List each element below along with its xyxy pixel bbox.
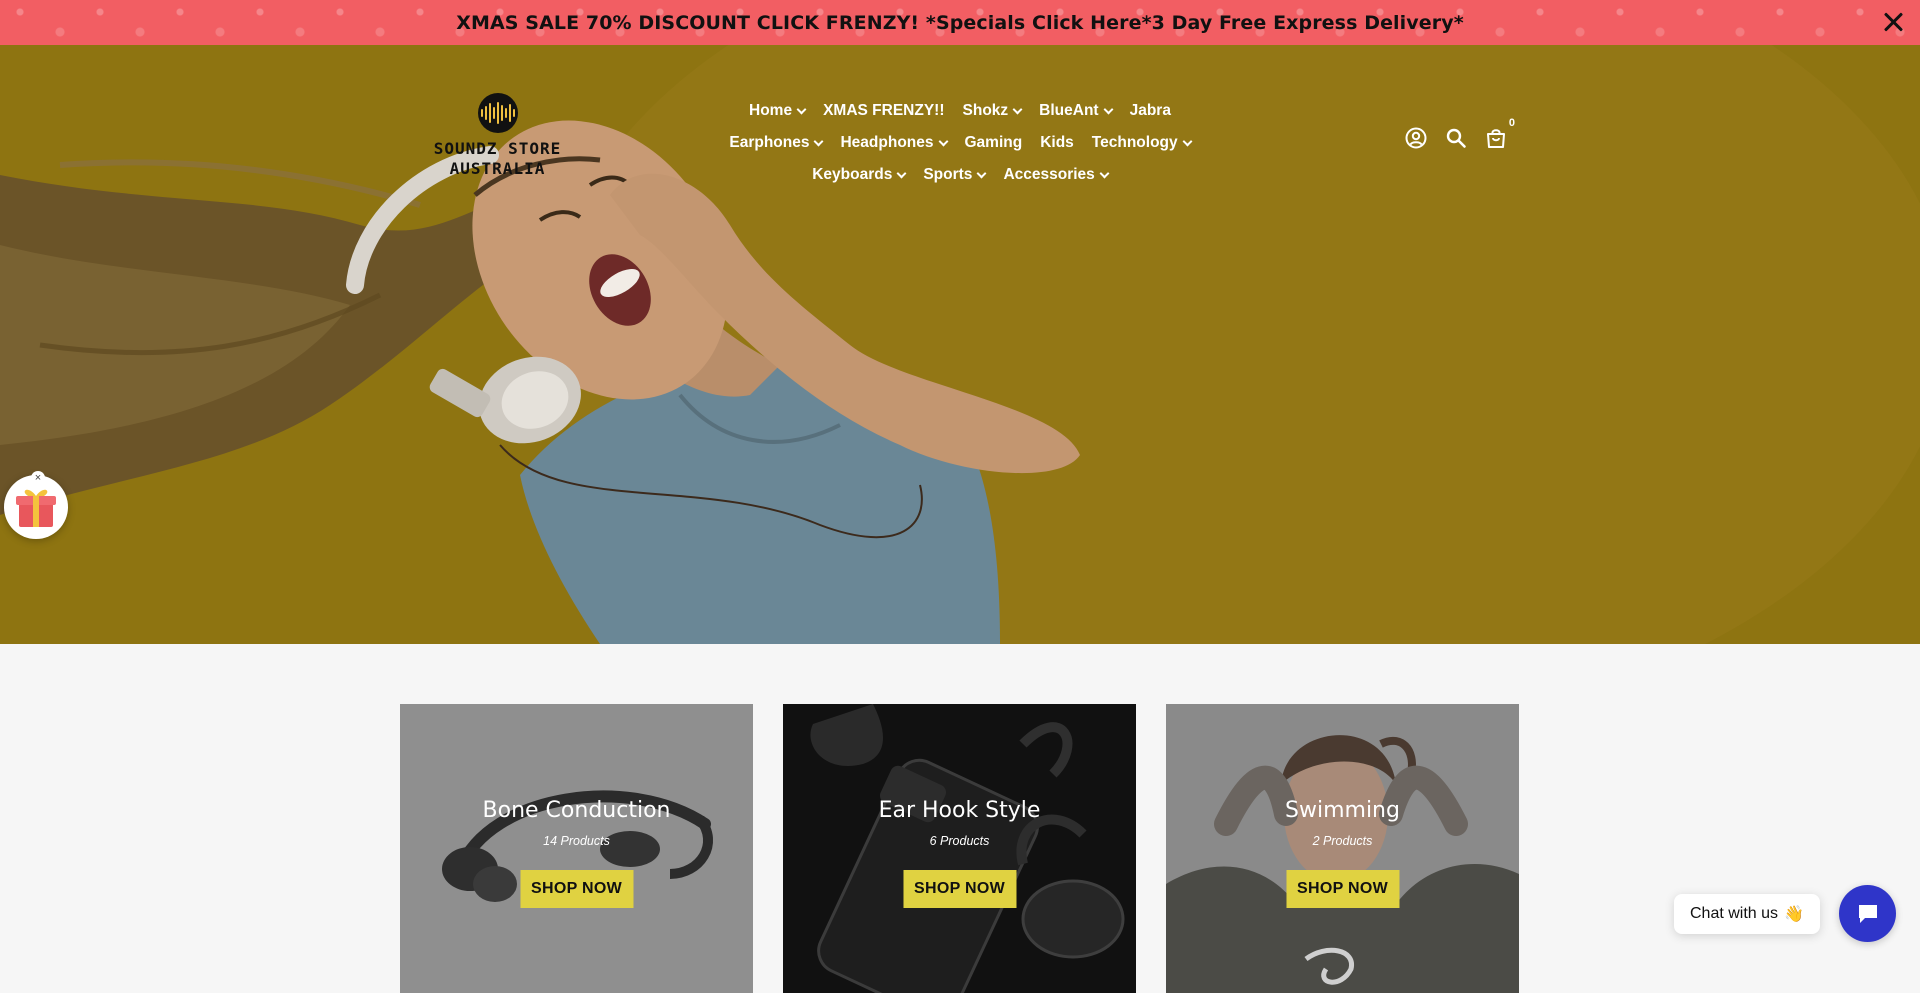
nav-item-accessories[interactable]: Accessories bbox=[1003, 166, 1110, 184]
nav-item-label: XMAS FRENZY!! bbox=[823, 102, 945, 119]
collection-card-swimming[interactable]: Swimming 2 Products SHOP NOW bbox=[1166, 704, 1519, 993]
collection-count: 6 Products bbox=[929, 834, 990, 848]
nav-item-keyboards[interactable]: Keyboards bbox=[812, 166, 907, 184]
nav-item-label: Shokz bbox=[962, 102, 1009, 119]
nav-item-shokz[interactable]: Shokz bbox=[962, 102, 1023, 120]
nav-item-label: Keyboards bbox=[812, 166, 893, 183]
chevron-down-icon bbox=[1012, 104, 1023, 114]
logo-text-line1: SOUNDZ STORE bbox=[433, 139, 562, 158]
nav-item-label: Headphones bbox=[840, 134, 934, 151]
nav-row-1: Home XMAS FRENZY!! Shokz BlueAnt Jabra bbox=[700, 95, 1220, 127]
cart-icon[interactable]: 0 bbox=[1485, 117, 1515, 149]
shop-now-button[interactable]: SHOP NOW bbox=[902, 870, 1017, 908]
collection-count: 2 Products bbox=[1312, 834, 1373, 848]
gift-close-icon[interactable]: × bbox=[31, 471, 45, 485]
nav-item-home[interactable]: Home bbox=[749, 102, 807, 120]
announcement-bar[interactable]: XMAS SALE 70% DISCOUNT CLICK FRENZY! *Sp… bbox=[0, 0, 1920, 45]
nav-item-label: Gaming bbox=[964, 134, 1023, 151]
nav-item-jabra[interactable]: Jabra bbox=[1130, 102, 1171, 120]
chevron-down-icon bbox=[938, 136, 948, 146]
nav-item-earphones[interactable]: Earphones bbox=[729, 134, 824, 152]
nav-item-blueant[interactable]: BlueAnt bbox=[1039, 102, 1114, 120]
cart-count-badge: 0 bbox=[1508, 117, 1515, 129]
chat-label: Chat with us bbox=[1690, 905, 1779, 922]
collection-card-bone-conduction[interactable]: Bone Conduction 14 Products SHOP NOW bbox=[400, 704, 753, 993]
chevron-down-icon bbox=[814, 136, 824, 146]
nav-item-label: Accessories bbox=[1003, 166, 1095, 183]
nav-item-gaming[interactable]: Gaming bbox=[965, 134, 1023, 152]
nav-row-3: Keyboards Sports Accessories bbox=[700, 159, 1220, 191]
chevron-down-icon bbox=[796, 104, 807, 114]
nav-item-label: Home bbox=[749, 102, 793, 119]
hero-slideshow: SOUNDZ STORE AUSTRALIA Home XMAS FRENZY!… bbox=[0, 45, 1920, 644]
nav-item-label: Kids bbox=[1040, 134, 1074, 151]
collection-title: Swimming bbox=[1285, 798, 1400, 823]
store-logo[interactable]: SOUNDZ STORE AUSTRALIA bbox=[430, 91, 565, 191]
close-icon[interactable] bbox=[1880, 9, 1906, 35]
chevron-down-icon bbox=[896, 168, 907, 178]
chat-with-us-bubble[interactable]: Chat with us 👋 bbox=[1674, 894, 1820, 934]
nav-item-headphones[interactable]: Headphones bbox=[840, 134, 948, 152]
nav-row-2: Earphones Headphones Gaming Kids Technol… bbox=[700, 127, 1220, 159]
shop-now-button[interactable]: SHOP NOW bbox=[519, 870, 634, 908]
nav-item-label: Sports bbox=[923, 166, 973, 183]
nav-item-label: BlueAnt bbox=[1039, 102, 1099, 119]
nav-item-label: Jabra bbox=[1129, 102, 1171, 119]
nav-item-label: Earphones bbox=[729, 134, 810, 151]
chevron-down-icon bbox=[1103, 104, 1114, 114]
waving-hand-icon: 👋 bbox=[1784, 906, 1804, 923]
collection-card-ear-hook-style[interactable]: Ear Hook Style 6 Products SHOP NOW bbox=[783, 704, 1136, 993]
collection-grid: Bone Conduction 14 Products SHOP NOW Ear… bbox=[400, 704, 1519, 993]
chevron-down-icon bbox=[1099, 168, 1110, 178]
swimmer-image bbox=[1166, 735, 1519, 993]
main-navigation: Home XMAS FRENZY!! Shokz BlueAnt Jabra E… bbox=[700, 95, 1220, 191]
account-icon[interactable] bbox=[1405, 127, 1427, 149]
search-icon[interactable] bbox=[1445, 127, 1467, 149]
collection-count: 14 Products bbox=[543, 834, 610, 848]
ear-hook-earbuds-image bbox=[810, 704, 1125, 993]
nav-item-technology[interactable]: Technology bbox=[1091, 134, 1193, 152]
nav-item-xmas-frenzy[interactable]: XMAS FRENZY!! bbox=[823, 102, 944, 120]
collection-title: Bone Conduction bbox=[482, 798, 671, 823]
header-icons: 0 bbox=[1405, 117, 1515, 149]
collection-title: Ear Hook Style bbox=[878, 798, 1041, 823]
shop-now-button[interactable]: SHOP NOW bbox=[1285, 870, 1400, 908]
chat-launcher-button[interactable] bbox=[1839, 885, 1896, 942]
chevron-down-icon bbox=[976, 168, 987, 178]
nav-item-kids[interactable]: Kids bbox=[1040, 134, 1074, 152]
nav-item-label: Technology bbox=[1091, 134, 1178, 151]
chevron-down-icon bbox=[1182, 136, 1193, 146]
soundwave-icon bbox=[477, 93, 518, 133]
nav-item-sports[interactable]: Sports bbox=[923, 166, 987, 184]
logo-text-line2: AUSTRALIA bbox=[449, 159, 546, 178]
announcement-text[interactable]: XMAS SALE 70% DISCOUNT CLICK FRENZY! *Sp… bbox=[456, 12, 1464, 34]
chat-icon bbox=[1858, 904, 1877, 923]
bone-conduction-headset-image bbox=[442, 790, 713, 902]
